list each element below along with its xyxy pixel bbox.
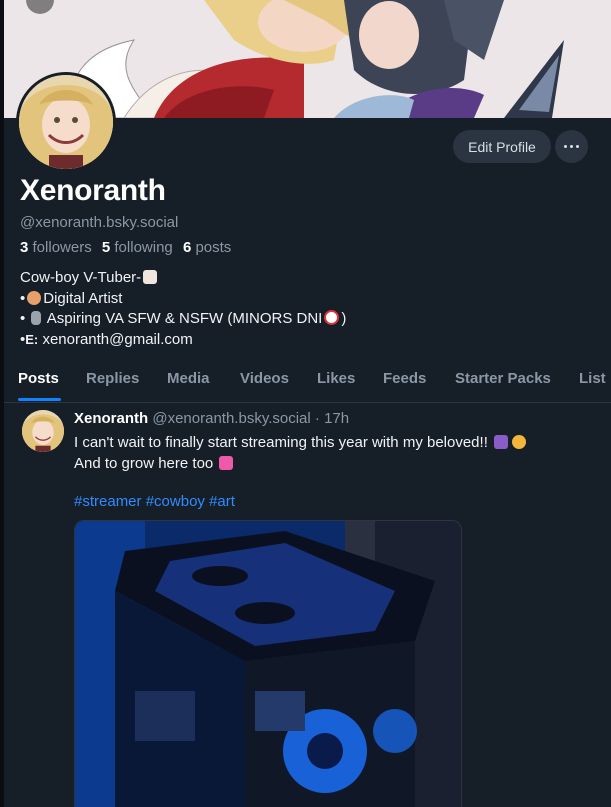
post-time[interactable]: 17h: [324, 410, 349, 427]
bio-text: Aspiring VA SFW & NSFW (MINORS DNI: [46, 310, 323, 327]
post-handle[interactable]: @xenoranth.bsky.social: [152, 410, 310, 427]
hashtag-link[interactable]: #streamer: [74, 493, 142, 510]
no-under-18-emoji: [324, 310, 340, 325]
microphone-emoji: [31, 311, 42, 325]
tab-replies[interactable]: Replies: [86, 370, 139, 387]
post-avatar[interactable]: [22, 410, 64, 452]
following-link[interactable]: 5 following: [102, 239, 173, 256]
post-avatar-artwork: [22, 410, 64, 452]
profile-bio: Cow-boy V-Tuber- • Digital Artist • Aspir…: [20, 268, 346, 350]
post-line-1: I can't wait to finally start streaming …: [74, 432, 528, 453]
palette-emoji: [27, 290, 42, 305]
profile-tabs: Posts Replies Media Videos Likes Feeds S…: [4, 360, 611, 403]
pink-heart-emoji: [219, 456, 234, 470]
bio-text: Digital Artist: [43, 289, 123, 307]
active-tab-indicator: [18, 398, 61, 401]
bio-line-3: • Aspiring VA SFW & NSFW (MINORS DNI): [20, 310, 347, 327]
profile-avatar[interactable]: [16, 72, 116, 172]
posts-count: 6: [182, 239, 192, 256]
bio-text: Cow-boy V-Tuber-: [20, 269, 142, 286]
edit-profile-button[interactable]: Edit Profile: [453, 130, 551, 163]
bio-line-1: Cow-boy V-Tuber-: [20, 268, 346, 289]
tab-feeds[interactable]: Feeds: [383, 370, 426, 387]
posts-label: posts: [195, 239, 232, 256]
pleading-face-emoji: [512, 435, 527, 449]
more-dot: [576, 145, 579, 148]
tab-likes[interactable]: Likes: [317, 370, 355, 387]
post-image[interactable]: [74, 520, 462, 807]
tab-media[interactable]: Media: [167, 370, 210, 387]
more-options-button[interactable]: [555, 130, 588, 163]
profile-handle: @xenoranth.bsky.social: [20, 214, 179, 231]
more-dot: [570, 145, 573, 148]
edit-profile-label: Edit Profile: [468, 138, 536, 155]
bio-line-2: • Digital Artist: [20, 289, 123, 307]
following-label: following: [114, 239, 173, 256]
followers-label: followers: [32, 239, 92, 256]
post-text-line: I can't wait to finally start streaming …: [74, 434, 488, 451]
post-header: Xenoranth @xenoranth.bsky.social · 17h: [74, 410, 349, 427]
avatar-artwork: [19, 75, 113, 169]
profile-page: Edit Profile Xenoranth @xenoranth.bsky.s…: [4, 0, 611, 807]
post-text-line: And to grow here too: [74, 455, 214, 472]
cow-emoji: [143, 270, 158, 284]
followers-link[interactable]: 3 followers: [20, 239, 92, 256]
bio-email: xenoranth@gmail.com: [42, 330, 193, 348]
tab-posts[interactable]: Posts: [18, 370, 59, 387]
bio-email-label: E:: [25, 331, 39, 347]
post-text: I can't wait to finally start streaming …: [74, 432, 528, 474]
post-author[interactable]: Xenoranth: [74, 410, 148, 427]
tab-lists[interactable]: List: [579, 370, 606, 387]
following-count: 5: [101, 239, 111, 256]
post-line-2: And to grow here too: [74, 453, 528, 474]
folded-hands-emoji: [494, 435, 509, 449]
tab-starter-packs[interactable]: Starter Packs: [455, 370, 551, 387]
pc-case-photo: [75, 521, 461, 807]
bio-line-4: •E: xenoranth@gmail.com: [20, 330, 193, 348]
more-horizontal-icon: [564, 145, 567, 148]
followers-count: 3: [20, 239, 29, 256]
profile-stats: 3 followers 5 following 6 posts: [20, 239, 231, 256]
hashtag-link[interactable]: #cowboy: [146, 493, 205, 510]
post-separator: ·: [314, 410, 320, 427]
display-name: Xenoranth: [20, 174, 166, 207]
post-tags: #streamer #cowboy #art: [74, 493, 235, 510]
tab-videos[interactable]: Videos: [240, 370, 289, 387]
hashtag-link[interactable]: #art: [209, 493, 235, 510]
bio-text: ): [341, 310, 347, 327]
posts-stat: 6 posts: [183, 239, 231, 256]
